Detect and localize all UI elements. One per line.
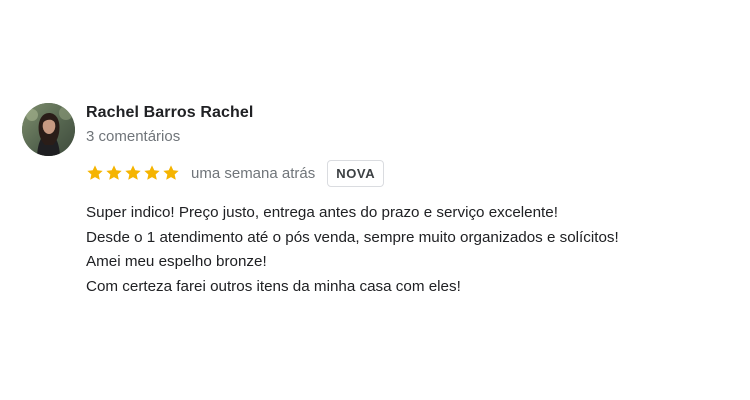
review-card: Rachel Barros Rachel 3 comentários uma s… [0,0,750,400]
review-time: uma semana atrás [191,164,316,182]
star-icon [143,164,161,182]
star-icon [162,164,180,182]
star-icon [105,164,123,182]
user-photo-avatar-icon [22,103,75,156]
review-text-line: Com certeza farei outros itens da minha … [86,277,461,295]
rating-row: uma semana atrás NOVA [86,158,385,188]
star-rating [86,164,180,182]
reviewer-review-count[interactable]: 3 comentários [86,128,180,145]
reviewer-name[interactable]: Rachel Barros Rachel [86,104,253,122]
reviewer-avatar[interactable] [22,103,75,156]
star-icon [124,164,142,182]
review-text-line: Desde o 1 atendimento até o pós venda, s… [86,228,619,246]
review-text-line: Super indico! Preço justo, entrega antes… [86,204,558,221]
review-text: Super indico! Preço justo, entrega antes… [86,201,736,299]
star-icon [86,164,104,182]
new-review-badge: NOVA [327,159,385,187]
review-text-line: Amei meu espelho bronze! [86,253,267,270]
